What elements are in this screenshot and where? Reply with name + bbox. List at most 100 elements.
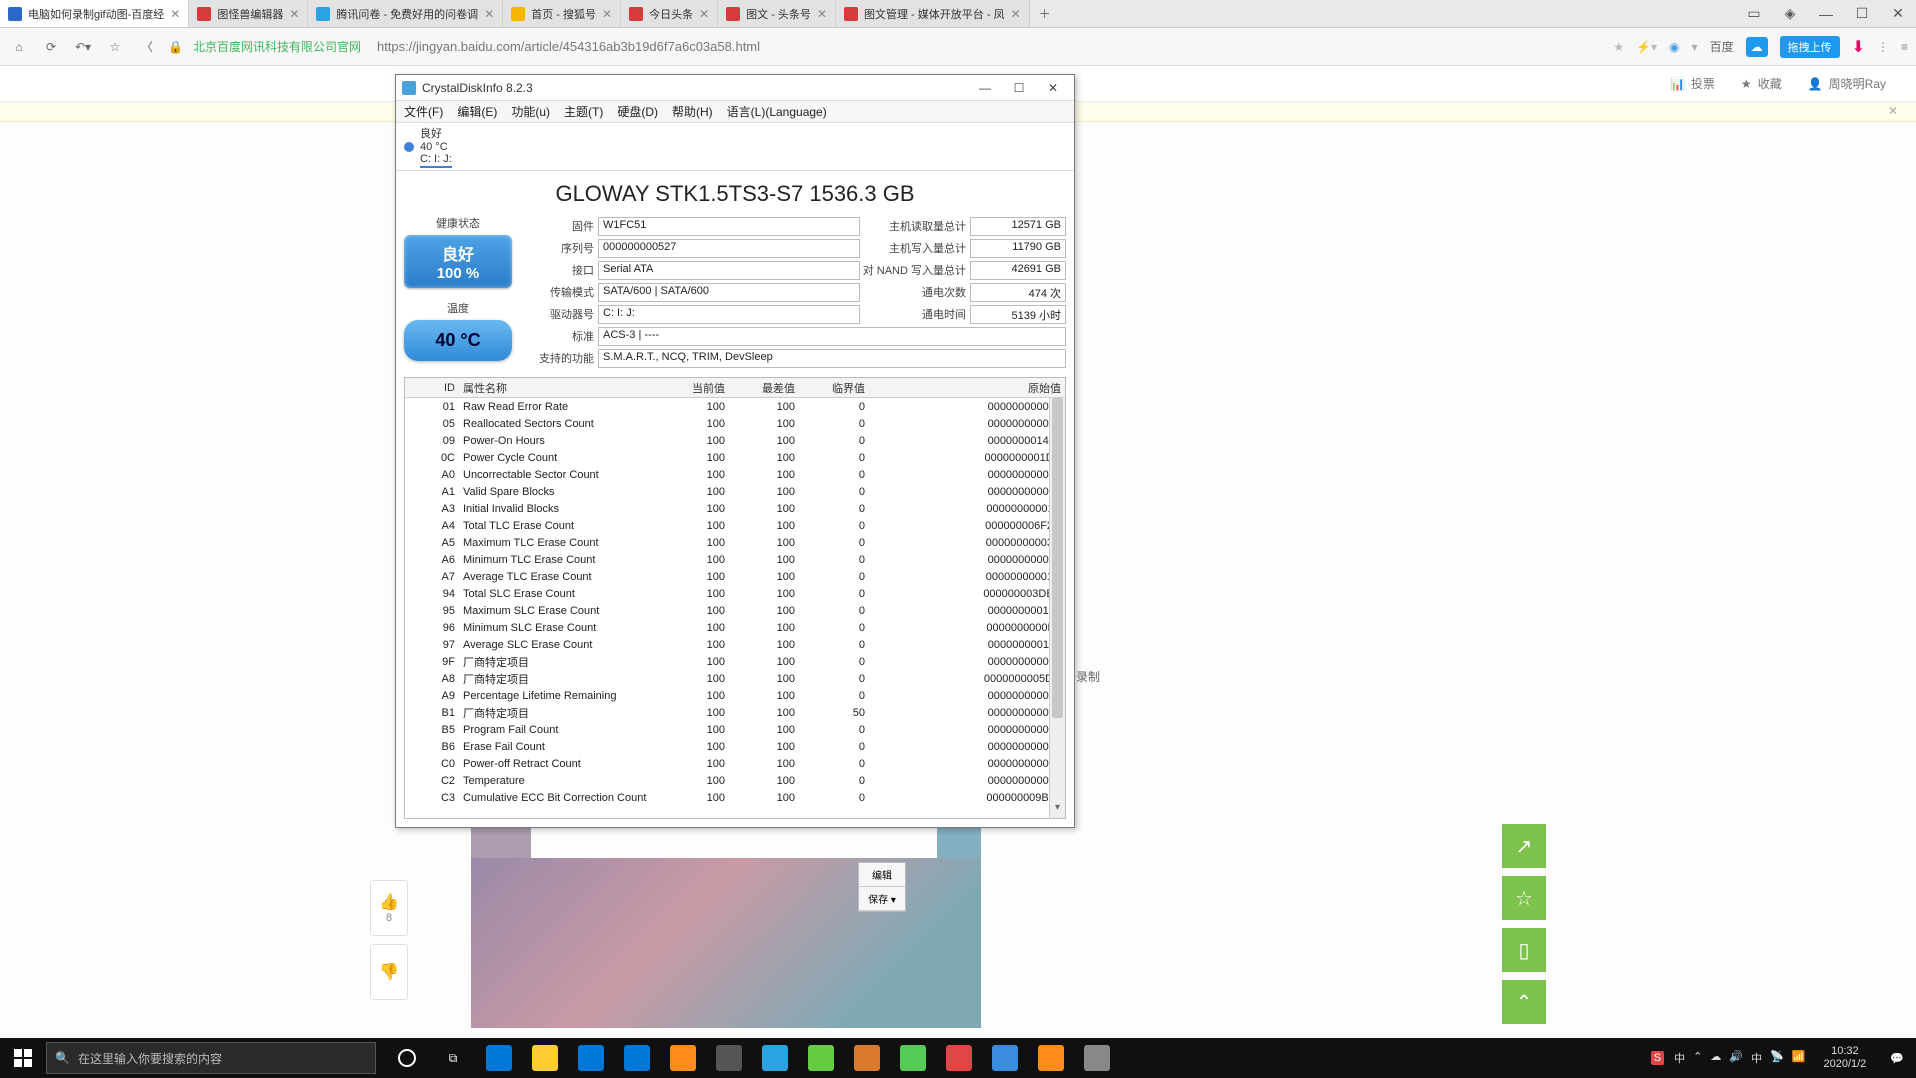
notification-button[interactable]: 💬: [1884, 1052, 1910, 1065]
cdi-menu-item[interactable]: 硬盘(D): [617, 103, 658, 120]
smart-row[interactable]: B5Program Fail Count1001000000000000000: [405, 721, 1065, 738]
cdi-max-button[interactable]: ☐: [1004, 81, 1034, 95]
taskbar-app[interactable]: [568, 1038, 614, 1078]
smart-col-header[interactable]: 最差值: [729, 378, 799, 398]
smart-row[interactable]: A1Valid Spare Blocks1001000000000000027: [405, 483, 1065, 500]
smart-row[interactable]: A3Initial Invalid Blocks1001000000000000…: [405, 500, 1065, 517]
smart-row[interactable]: A4Total TLC Erase Count1001000000000006F…: [405, 517, 1065, 534]
browser-tab[interactable]: 首页 - 搜狐号✕: [503, 0, 621, 27]
tab-close-icon[interactable]: ✕: [289, 7, 299, 21]
taskbar-app[interactable]: [706, 1038, 752, 1078]
smart-row[interactable]: B6Erase Fail Count1001000000000000000: [405, 738, 1065, 755]
scroll-thumb[interactable]: [1052, 398, 1063, 718]
tray-icon[interactable]: 中: [1674, 1050, 1685, 1066]
taskbar-app[interactable]: [1074, 1038, 1120, 1078]
upload-pill[interactable]: 拖拽上传: [1780, 36, 1840, 58]
tray-icon[interactable]: ⌃: [1693, 1050, 1702, 1066]
edit-button[interactable]: 编辑: [859, 863, 905, 887]
smart-col-header[interactable]: ID: [427, 380, 459, 396]
thumbs-up-button[interactable]: 👍8: [370, 880, 408, 936]
smart-row[interactable]: A7Average TLC Erase Count100100000000000…: [405, 568, 1065, 585]
smart-row[interactable]: 9F厂商特定项目1001000000000000000: [405, 653, 1065, 670]
browser-skin-icon[interactable]: ◈: [1772, 5, 1808, 22]
user-link[interactable]: 👤周晓明Ray: [1808, 75, 1886, 92]
favorite-button[interactable]: ☆: [104, 36, 126, 58]
cloud-icon[interactable]: ☁: [1746, 37, 1768, 57]
tray-icon[interactable]: 🔊: [1729, 1050, 1743, 1066]
taskbar-app[interactable]: [752, 1038, 798, 1078]
cdi-titlebar[interactable]: CrystalDiskInfo 8.2.3 — ☐ ✕: [396, 75, 1074, 101]
smart-row[interactable]: C0Power-off Retract Count100100000000000…: [405, 755, 1065, 772]
browser-tab[interactable]: 图文 - 头条号✕: [718, 0, 836, 27]
start-button[interactable]: [0, 1038, 46, 1078]
tray-icon[interactable]: 📶: [1792, 1050, 1806, 1066]
smart-row[interactable]: A8厂商特定项目10010000000000005DC: [405, 670, 1065, 687]
phone-button[interactable]: ▯: [1502, 928, 1546, 972]
star-button[interactable]: ☆: [1502, 876, 1546, 920]
smart-col-header[interactable]: 原始值: [869, 378, 1065, 398]
smart-row[interactable]: B1厂商特定项目10010050000000000005: [405, 704, 1065, 721]
tab-close-icon[interactable]: ✕: [1011, 7, 1021, 21]
browser-tab[interactable]: 图文管理 - 媒体开放平台 - 凤✕: [836, 0, 1030, 27]
smart-row[interactable]: A5Maximum TLC Erase Count100100000000000…: [405, 534, 1065, 551]
tab-close-icon[interactable]: ✕: [602, 7, 612, 21]
taskbar-app[interactable]: [1028, 1038, 1074, 1078]
tab-close-icon[interactable]: ✕: [699, 7, 709, 21]
taskbar-app[interactable]: [614, 1038, 660, 1078]
smart-row[interactable]: 05Reallocated Sectors Count1001000000000…: [405, 415, 1065, 432]
taskview-button[interactable]: ⧉: [430, 1038, 476, 1078]
cortana-button[interactable]: [384, 1038, 430, 1078]
back-button[interactable]: 〈: [136, 36, 158, 58]
flash-icon[interactable]: ⚡▾: [1636, 40, 1657, 54]
share-button[interactable]: ↗: [1502, 824, 1546, 868]
menu-icon[interactable]: ⋮: [1877, 40, 1889, 54]
browser-tab[interactable]: 腾讯问卷 - 免费好用的问卷调✕: [308, 0, 503, 27]
cdi-min-button[interactable]: —: [970, 81, 1000, 95]
browser-tab[interactable]: 今日头条✕: [621, 0, 718, 27]
thumbs-down-button[interactable]: 👎: [370, 944, 408, 1000]
home-button[interactable]: ⌂: [8, 36, 30, 58]
cdi-close-button[interactable]: ✕: [1038, 81, 1068, 95]
undo-button[interactable]: ↶▾: [72, 36, 94, 58]
taskbar-app[interactable]: [936, 1038, 982, 1078]
browser-close-button[interactable]: ✕: [1880, 5, 1916, 22]
taskbar-search[interactable]: 🔍 在这里输入你要搜索的内容: [46, 1042, 376, 1074]
reload-button[interactable]: ⟳: [40, 36, 62, 58]
browser-max-button[interactable]: ☐: [1844, 5, 1880, 22]
taskbar-clock[interactable]: 10:322020/1/2: [1815, 1045, 1874, 1071]
smart-row[interactable]: 96Minimum SLC Erase Count100100000000000…: [405, 619, 1065, 636]
smart-row[interactable]: A9Percentage Lifetime Remaining100100000…: [405, 687, 1065, 704]
cdi-menu-item[interactable]: 文件(F): [404, 103, 443, 120]
new-tab-button[interactable]: ＋: [1030, 0, 1060, 27]
download-icon[interactable]: ⬇: [1852, 37, 1865, 57]
smart-row[interactable]: C2Temperature1001000000000000028: [405, 772, 1065, 789]
search-engine-label[interactable]: 百度: [1710, 38, 1734, 55]
tab-close-icon[interactable]: ✕: [817, 7, 827, 21]
smart-row[interactable]: 97Average SLC Erase Count100100000000000…: [405, 636, 1065, 653]
hamburger-icon[interactable]: ≡: [1901, 40, 1908, 54]
taskbar-app[interactable]: [476, 1038, 522, 1078]
cdi-menu-item[interactable]: 语言(L)(Language): [727, 103, 827, 120]
extension-icon[interactable]: ◉: [1669, 40, 1679, 54]
smart-row[interactable]: 01Raw Read Error Rate1001000000000000000: [405, 398, 1065, 415]
smart-row[interactable]: 09Power-On Hours1001000000000001413: [405, 432, 1065, 449]
browser-min-button[interactable]: —: [1808, 6, 1844, 22]
tray-icon[interactable]: 中: [1751, 1050, 1762, 1066]
taskbar-app[interactable]: [660, 1038, 706, 1078]
smart-row[interactable]: 94Total SLC Erase Count1001000000000003D…: [405, 585, 1065, 602]
tray-icon[interactable]: ☁: [1710, 1050, 1721, 1066]
taskbar-app[interactable]: [798, 1038, 844, 1078]
scroll-down-icon[interactable]: ▾: [1050, 802, 1065, 818]
smart-row[interactable]: 95Maximum SLC Erase Count100100000000000…: [405, 602, 1065, 619]
smart-row[interactable]: 0CPower Cycle Count10010000000000001DA: [405, 449, 1065, 466]
tray-sogou-icon[interactable]: S: [1651, 1051, 1664, 1065]
smart-col-header[interactable]: 属性名称: [459, 378, 659, 398]
smart-col-header[interactable]: 临界值: [799, 378, 869, 398]
top-button[interactable]: ⌃: [1502, 980, 1546, 1024]
tab-close-icon[interactable]: ✕: [484, 7, 494, 21]
smart-scrollbar[interactable]: ▴ ▾: [1049, 398, 1065, 818]
cdi-menu-item[interactable]: 帮助(H): [672, 103, 713, 120]
smart-row[interactable]: A6Minimum TLC Erase Count100100000000000…: [405, 551, 1065, 568]
cdi-drive-tab[interactable]: 良好 40 °C C: I: J:: [396, 123, 1074, 171]
cdi-menu-item[interactable]: 功能(u): [511, 103, 550, 120]
